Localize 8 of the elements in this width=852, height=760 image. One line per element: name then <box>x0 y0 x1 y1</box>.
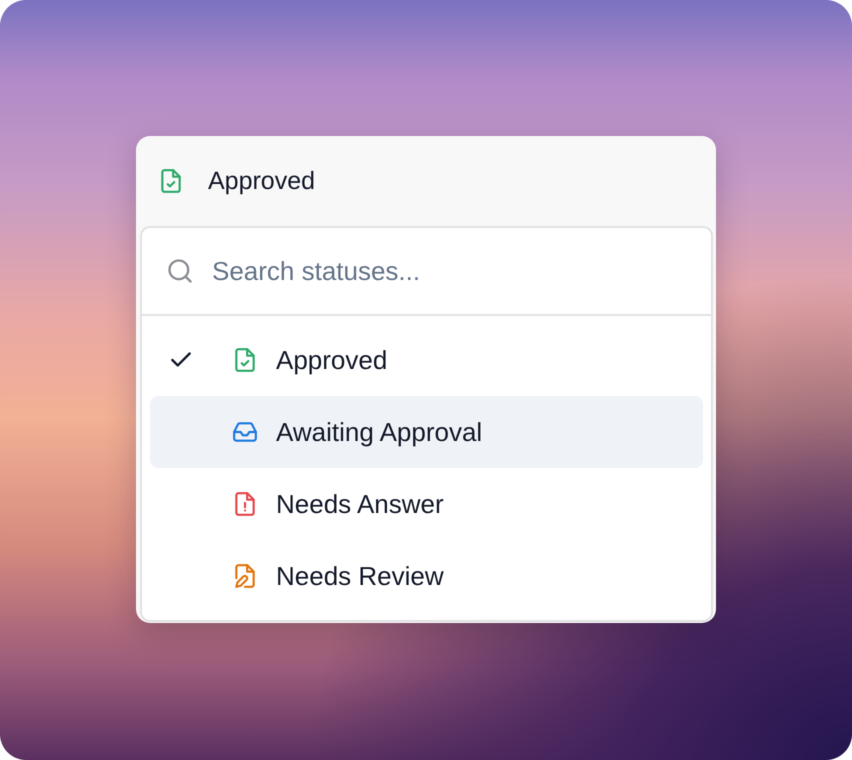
search-icon <box>166 257 194 285</box>
status-option[interactable]: Awaiting Approval <box>150 396 703 468</box>
status-option[interactable]: Approved <box>150 324 703 396</box>
status-option[interactable]: Needs Answer <box>150 468 703 540</box>
search-field[interactable]: Search statuses... <box>210 254 687 288</box>
trigger-label: Approved <box>208 166 316 196</box>
status-option[interactable]: Needs Review <box>150 540 703 612</box>
status-trigger[interactable]: Approved <box>136 136 716 226</box>
